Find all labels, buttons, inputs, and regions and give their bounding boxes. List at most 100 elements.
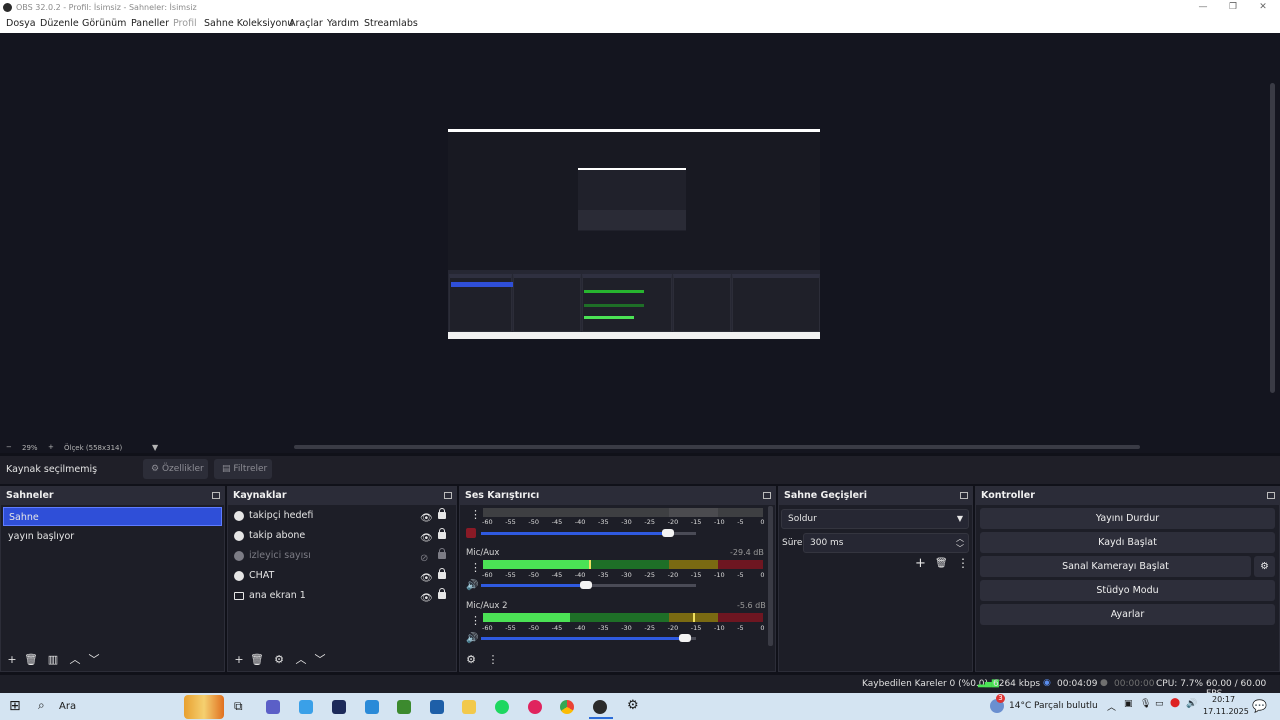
chevron-down-icon: ▼ <box>956 514 963 523</box>
undock-icon[interactable] <box>1267 492 1275 499</box>
task-view-icon[interactable]: ⧉ <box>234 699 243 714</box>
speaker-icon[interactable]: 🔊 <box>466 580 478 591</box>
scale-tick-label: -10 <box>714 518 725 526</box>
gear-icon[interactable]: ⚙ <box>627 698 639 713</box>
clock-time[interactable]: 20:17 <box>1212 695 1235 704</box>
close-icon[interactable]: ✕ <box>1246 0 1280 15</box>
microphone-icon[interactable]: 🎙 <box>1140 699 1151 709</box>
recording-indicator-icon[interactable]: ⬤ <box>1170 698 1180 708</box>
menu-profile[interactable]: Profil <box>173 18 197 29</box>
file-explorer-icon[interactable] <box>462 700 476 714</box>
menu-view[interactable]: Görünüm <box>82 18 126 29</box>
move-down-icon[interactable]: ﹀ <box>87 653 101 667</box>
menu-edit[interactable]: Düzenle <box>40 18 79 29</box>
chrome-icon[interactable] <box>560 700 574 714</box>
remove-transition-icon[interactable]: 🗑 <box>935 558 948 569</box>
camera-icon[interactable]: ▣ <box>1124 699 1133 709</box>
menu-scene-collection[interactable]: Sahne Koleksiyonu <box>204 18 293 29</box>
preview-horizontal-scrollbar[interactable] <box>294 445 1140 449</box>
gear-icon[interactable]: ⚙ <box>272 653 286 667</box>
advanced-audio-icon[interactable]: ⚙ <box>464 653 478 667</box>
source-row[interactable]: izleyici sayısı ⊘ <box>228 546 451 566</box>
lock-icon[interactable] <box>438 508 446 519</box>
media-player-icon[interactable] <box>528 700 542 714</box>
slider-knob[interactable] <box>679 634 691 642</box>
clock-date[interactable]: 17.11.2025 <box>1203 707 1249 716</box>
undock-icon[interactable] <box>444 492 452 499</box>
scale-tick-label: 0 <box>760 518 765 526</box>
store-icon[interactable] <box>430 700 444 714</box>
move-down-icon[interactable]: ﹀ <box>313 653 327 667</box>
duration-spinbox[interactable]: 300 ms ︿ ﹀ <box>803 533 969 553</box>
settings-button[interactable]: Ayarlar <box>980 604 1275 625</box>
add-transition-icon[interactable]: + <box>915 556 926 571</box>
studio-mode-button[interactable]: Stüdyo Modu <box>980 580 1275 601</box>
speaker-icon[interactable]: 🔊 <box>466 633 478 644</box>
source-row[interactable]: ana ekran 1 👁 <box>228 586 451 606</box>
app-icon[interactable] <box>332 700 346 714</box>
teams-icon[interactable] <box>266 700 280 714</box>
notifications-icon[interactable]: 💬 <box>1252 699 1267 713</box>
menu-file[interactable]: Dosya <box>6 18 36 29</box>
filters-button[interactable]: ▤ Filtreler <box>214 459 272 479</box>
volume-slider[interactable] <box>481 529 696 537</box>
slider-knob[interactable] <box>580 581 592 589</box>
search-label[interactable]: Ara <box>59 701 76 712</box>
minecraft-icon[interactable] <box>397 700 411 714</box>
source-row[interactable]: CHAT 👁 <box>228 566 451 586</box>
lock-icon[interactable] <box>438 568 446 579</box>
lock-icon[interactable] <box>438 548 446 559</box>
remove-scene-icon[interactable]: 🗑 <box>24 653 38 667</box>
source-row[interactable]: takip abone 👁 <box>228 526 451 546</box>
minimize-icon[interactable]: — <box>1186 0 1220 15</box>
properties-button[interactable]: ⚙ Özellikler <box>143 459 208 479</box>
preview-vertical-scrollbar[interactable] <box>1270 83 1275 393</box>
menu-tools[interactable]: Araçlar <box>289 18 323 29</box>
scene-filters-icon[interactable]: ▥ <box>46 653 60 667</box>
scene-item-sahne[interactable]: Sahne <box>3 507 222 526</box>
scale-mode-select[interactable]: Ölçek (558x314) <box>64 444 122 452</box>
chevron-up-icon[interactable]: ︿ <box>1107 700 1116 713</box>
start-virtual-camera-button[interactable]: Sanal Kamerayı Başlat <box>980 556 1251 577</box>
lock-icon[interactable] <box>438 588 446 599</box>
undock-icon[interactable] <box>212 492 220 499</box>
spotify-icon[interactable] <box>495 700 509 714</box>
menu-streamlabs[interactable]: Streamlabs <box>364 18 418 29</box>
zoom-in-button[interactable]: + <box>48 443 54 451</box>
volume-slider[interactable] <box>481 634 696 642</box>
slider-knob[interactable] <box>662 529 674 537</box>
obs-icon[interactable] <box>593 700 607 714</box>
app-icon[interactable] <box>365 700 379 714</box>
undock-icon[interactable] <box>960 492 968 499</box>
scene-item-yayin-basliyor[interactable]: yayın başlıyor <box>3 527 222 546</box>
muted-speaker-icon[interactable] <box>466 528 476 538</box>
start-recording-button[interactable]: Kaydı Başlat <box>980 532 1275 553</box>
virtual-camera-settings-button[interactable]: ⚙ <box>1254 556 1275 577</box>
move-up-icon[interactable]: ︿ <box>294 653 308 667</box>
lock-icon[interactable] <box>438 528 446 539</box>
undock-icon[interactable] <box>763 492 771 499</box>
kebab-menu-icon[interactable]: ⋮ <box>957 556 969 570</box>
volume-icon[interactable]: 🔊 <box>1186 699 1197 709</box>
menu-help[interactable]: Yardım <box>327 18 359 29</box>
chevron-down-icon[interactable]: ▼ <box>152 443 158 452</box>
copilot-icon[interactable] <box>299 700 313 714</box>
menu-docks[interactable]: Paneller <box>131 18 169 29</box>
windows-start-icon[interactable]: ⊞ <box>9 698 21 714</box>
volume-slider[interactable] <box>481 581 696 589</box>
search-icon[interactable]: ⌕ <box>38 698 45 713</box>
move-up-icon[interactable]: ︿ <box>68 653 82 667</box>
scale-tick-label: -15 <box>690 571 702 579</box>
transition-select[interactable]: Soldur ▼ <box>781 509 969 529</box>
remove-source-icon[interactable]: 🗑 <box>250 653 264 667</box>
add-source-icon[interactable]: + <box>232 653 246 667</box>
source-row[interactable]: takipçi hedefi 👁 <box>228 506 451 526</box>
zoom-out-button[interactable]: − <box>6 443 12 451</box>
widgets-icon[interactable] <box>184 695 224 719</box>
battery-icon[interactable]: ▭ <box>1155 699 1164 709</box>
restore-icon[interactable]: ❐ <box>1216 0 1250 15</box>
visibility-eye-icon[interactable]: 👁 <box>420 589 433 609</box>
kebab-menu-icon[interactable]: ⋮ <box>486 653 500 667</box>
add-scene-icon[interactable]: + <box>5 653 19 667</box>
stop-stream-button[interactable]: Yayını Durdur <box>980 508 1275 529</box>
